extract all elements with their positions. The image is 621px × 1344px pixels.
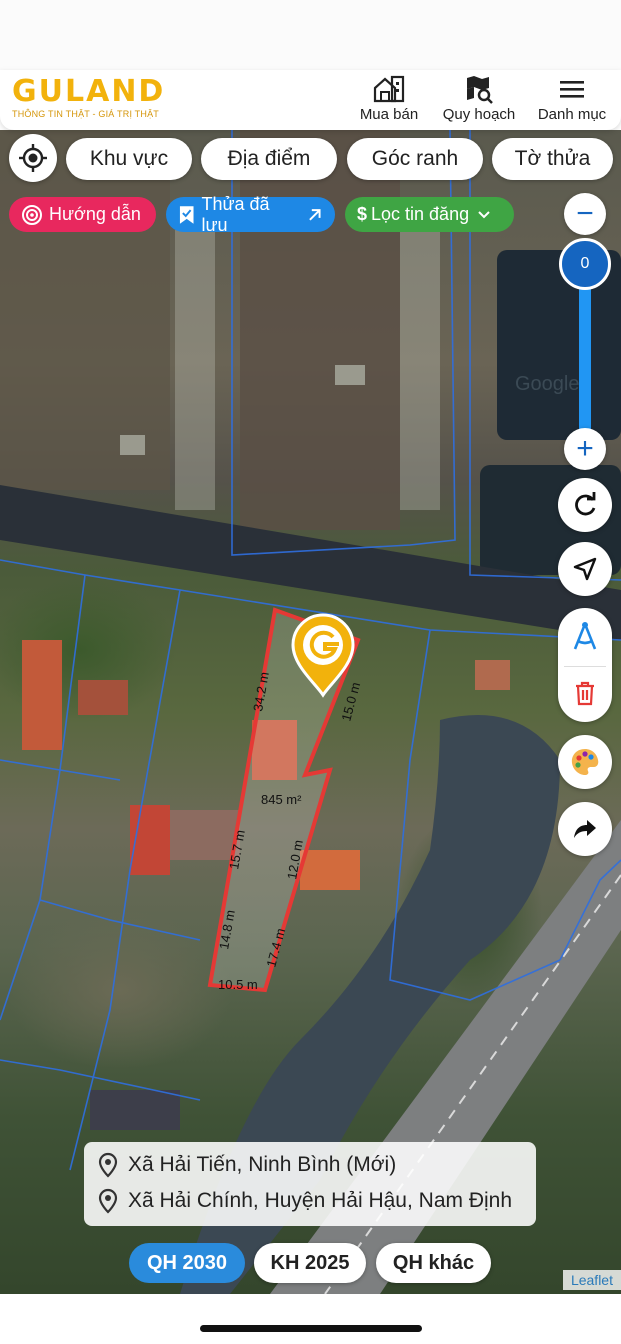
filter-listings-chip[interactable]: $ Lọc tin đăng (345, 197, 514, 232)
google-watermark: Google (515, 373, 580, 395)
locate-icon (19, 144, 47, 172)
field-edge (400, 230, 440, 510)
plus-icon: + (576, 432, 594, 465)
guide-icon (22, 204, 42, 225)
menu-icon (560, 81, 584, 98)
zoom-slider-handle[interactable]: 0 (559, 238, 611, 290)
refresh-icon (575, 492, 596, 516)
share-icon (574, 820, 596, 838)
pin-icon (98, 1188, 118, 1214)
pin-icon (98, 1152, 118, 1178)
map-layer: Google 34.2 m 15.0 m 15.7 m 12.0 m 14.8 … (0, 130, 621, 1294)
refresh-button[interactable] (558, 478, 612, 532)
measure-tools-group (558, 608, 612, 722)
address-new-text: Xã Hải Tiến, Ninh Bình (Mới) (128, 1153, 397, 1176)
tab-qh2030[interactable]: QH 2030 (129, 1243, 245, 1283)
guide-chip[interactable]: Hướng dẫn (9, 197, 156, 232)
arrow-up-right-icon (308, 208, 321, 221)
field (240, 130, 400, 530)
chevron-down-icon (478, 210, 490, 218)
nav-menu-label: Danh mục (537, 106, 607, 123)
nav-planning[interactable]: Quy hoạch (437, 74, 521, 123)
roof (300, 850, 360, 890)
measure-icon (573, 622, 597, 650)
nav-planning-label: Quy hoạch (442, 106, 516, 123)
tab-qh-other[interactable]: QH khác (376, 1243, 491, 1283)
address-old: Xã Hải Chính, Huyện Hải Hậu, Nam Định (96, 1188, 512, 1214)
zoom-out-button[interactable]: − (564, 193, 606, 235)
address-old-text: Xã Hải Chính, Huyện Hải Hậu, Nam Định (128, 1189, 513, 1212)
nav-buy-sell[interactable]: Mua bán (356, 74, 422, 123)
filter-chip-label: Lọc tin đăng (371, 204, 470, 224)
status-bar (0, 0, 621, 70)
map-search-icon (467, 76, 493, 104)
satellite-map[interactable]: Google 34.2 m 15.0 m 15.7 m 12.0 m 14.8 … (0, 130, 621, 1294)
edge-label: 10.5 m (218, 977, 258, 992)
navigate-button[interactable] (558, 542, 612, 596)
hut (335, 365, 365, 385)
filter-corner-button[interactable]: Góc ranh (347, 138, 483, 180)
layer-style-button[interactable] (558, 735, 612, 789)
bookmark-icon (179, 205, 194, 224)
navigate-icon (573, 557, 597, 581)
filter-area-button[interactable]: Khu vực (66, 138, 192, 180)
zoom-in-button[interactable]: + (564, 428, 606, 470)
parcel-area-label: 845 m² (261, 792, 302, 807)
logo-text: GULAND (12, 74, 166, 109)
minus-icon: − (576, 197, 594, 230)
palette-icon (571, 749, 599, 775)
roof (78, 680, 128, 715)
trash-icon (576, 681, 594, 706)
roof (22, 640, 62, 750)
hut (120, 435, 145, 455)
edge-label: 15.0 m (338, 680, 363, 722)
filter-place-button[interactable]: Địa điểm (201, 138, 337, 180)
nav-buy-sell-label: Mua bán (359, 106, 419, 123)
home-indicator[interactable] (200, 1325, 422, 1332)
logo-tagline: THÔNG TIN THẬT - GIÁ TRỊ THẬT (12, 109, 159, 119)
filter-sheet-button[interactable]: Tờ thửa (492, 138, 613, 180)
address-panel: Xã Hải Tiến, Ninh Bình (Mới) Xã Hải Chín… (84, 1142, 536, 1226)
locate-button[interactable] (9, 134, 57, 182)
tab-kh2025[interactable]: KH 2025 (254, 1243, 366, 1283)
roof (90, 1090, 180, 1130)
measure-button[interactable] (558, 610, 612, 664)
share-button[interactable] (558, 802, 612, 856)
saved-parcels-chip[interactable]: Thửa đã lưu (166, 194, 335, 235)
leaflet-attribution[interactable]: Leaflet (562, 1270, 621, 1290)
app-header: GULAND THÔNG TIN THẬT - GIÁ TRỊ THẬT Mua… (0, 70, 621, 130)
guide-chip-label: Hướng dẫn (49, 204, 141, 224)
address-new: Xã Hải Tiến, Ninh Bình (Mới) (96, 1152, 396, 1178)
dollar-icon: $ (357, 204, 368, 224)
delete-button[interactable] (558, 666, 612, 720)
saved-chip-label: Thửa đã lưu (201, 193, 270, 235)
house-icon (373, 75, 405, 103)
bottom-bar (0, 1294, 621, 1344)
roof (475, 660, 510, 690)
nav-menu[interactable]: Danh mục (533, 74, 611, 123)
field-edge (175, 230, 215, 510)
logo[interactable]: GULAND THÔNG TIN THẬT - GIÁ TRỊ THẬT (12, 74, 166, 120)
